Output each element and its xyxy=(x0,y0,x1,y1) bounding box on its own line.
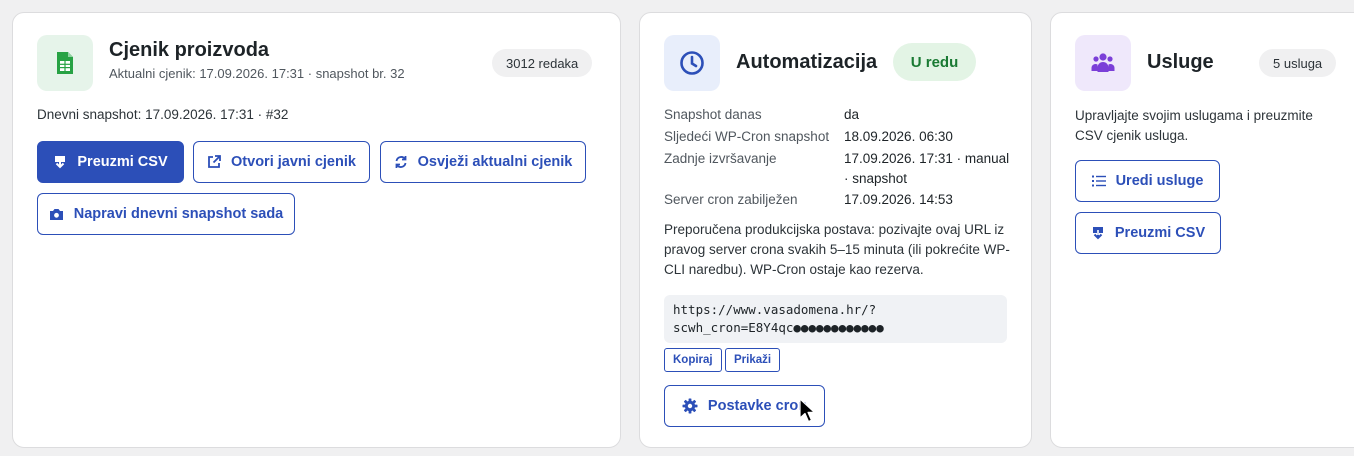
download-csv-button[interactable]: Preuzmi CSV xyxy=(37,141,184,183)
cron-settings-label: Postavke cron xyxy=(707,398,808,414)
refresh-icon xyxy=(395,156,407,168)
make-snapshot-label: Napravi dnevni snapshot sada xyxy=(73,206,284,222)
kv-label: Sljedeći WP-Cron snapshot xyxy=(664,129,830,144)
kv-label: Server cron zabilježen xyxy=(664,192,798,207)
services-title: Usluge xyxy=(1147,51,1214,73)
cron-url-field[interactable]: https://www.vasadomena.hr/?scwh_cron=E8Y… xyxy=(664,295,1007,343)
services-card: Usluge 5 usluga Upravljajte svojim uslug… xyxy=(1050,12,1354,448)
download-icon xyxy=(55,156,66,169)
copy-button[interactable]: Kopiraj xyxy=(664,348,722,372)
automation-card: Automatizacija U redu Snapshot danas da … xyxy=(639,12,1032,448)
refresh-label: Osvježi aktualni cjenik xyxy=(417,154,573,170)
automation-title: Automatizacija xyxy=(736,51,878,73)
users-icon xyxy=(1075,35,1131,91)
pricelist-title: Cjenik proizvoda xyxy=(109,39,270,61)
download-csv-label: Preuzmi CSV xyxy=(77,154,168,170)
pricelist-card: Cjenik proizvoda Aktualni cjenik: 17.09.… xyxy=(12,12,621,448)
refresh-pricelist-button[interactable]: Osvježi aktualni cjenik xyxy=(380,141,586,183)
edit-services-button[interactable]: Uredi usluge xyxy=(1075,160,1220,202)
camera-icon xyxy=(49,208,63,220)
show-button[interactable]: Prikaži xyxy=(725,348,781,372)
open-public-pricelist-button[interactable]: Otvori javni cjenik xyxy=(193,141,370,183)
kv-label: Zadnje izvršavanje xyxy=(664,151,777,166)
recommendation-text: Preporučena produkcijska postava: poziva… xyxy=(664,222,1010,277)
services-download-csv-button[interactable]: Preuzmi CSV xyxy=(1075,212,1221,254)
daily-snapshot-text: Dnevni snapshot: 17.09.2026. 17:31 · #32 xyxy=(37,107,289,122)
gear-icon xyxy=(682,398,698,414)
make-snapshot-button[interactable]: Napravi dnevni snapshot sada xyxy=(37,193,295,235)
pricelist-subtitle: Aktualni cjenik: 17.09.2026. 17:31 · sna… xyxy=(109,66,405,81)
services-description: Upravljajte svojim uslugama i preuzmite … xyxy=(1075,108,1313,143)
mouse-cursor-icon xyxy=(799,398,816,423)
status-badge: U redu xyxy=(893,43,976,81)
download-icon xyxy=(1092,227,1103,240)
kv-value: 18.09.2026. 06:30 xyxy=(844,129,953,144)
kv-value: da xyxy=(844,107,860,122)
kv-value: 17.09.2026. 14:53 xyxy=(844,192,953,207)
clock-icon xyxy=(664,35,720,91)
services-count-badge: 5 usluga xyxy=(1259,49,1337,77)
rows-badge: 3012 redaka xyxy=(492,49,593,77)
list-icon xyxy=(1091,175,1106,187)
kv-label: Snapshot danas xyxy=(664,107,762,122)
open-public-label: Otvori javni cjenik xyxy=(231,154,356,170)
services-download-csv-label: Preuzmi CSV xyxy=(1114,225,1206,241)
edit-services-label: Uredi usluge xyxy=(1115,173,1204,189)
spreadsheet-icon xyxy=(37,35,93,91)
kv-value: 17.09.2026. 17:31 · manual · snapshot xyxy=(844,151,1010,186)
external-link-icon xyxy=(208,155,221,168)
